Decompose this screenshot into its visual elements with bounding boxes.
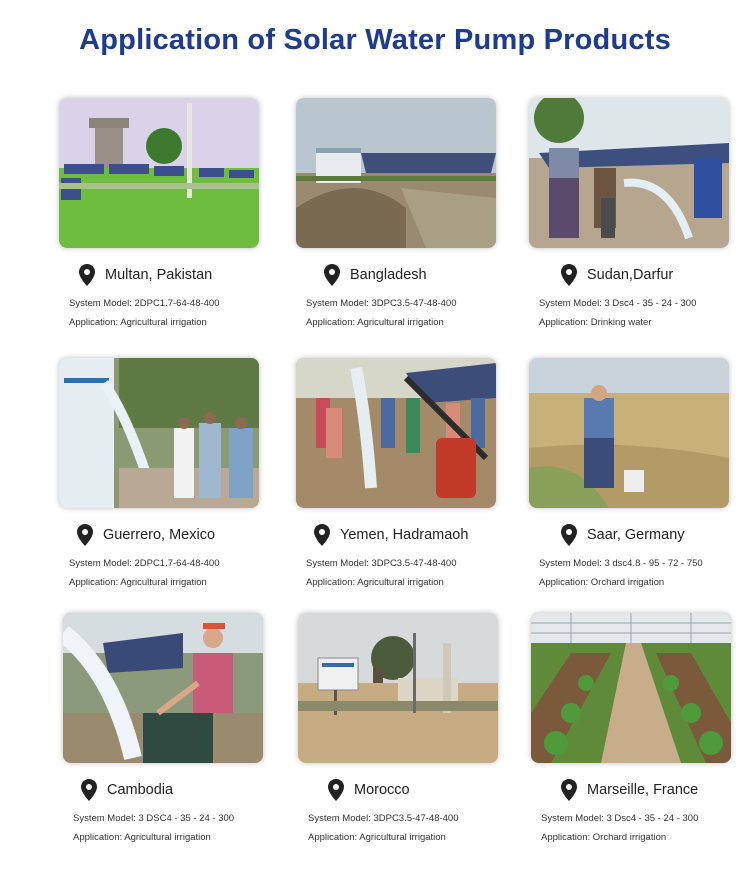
- application-line: Application: Orchard irrigation: [539, 577, 665, 588]
- system-model-value: 3DPC3.5-47-48-400: [371, 298, 457, 309]
- system-model-line: System Model: 3DPC3.5-47-48-400: [306, 558, 457, 569]
- photo-bangladesh: [296, 98, 496, 248]
- application-line: Application: Orchard irrigation: [541, 832, 667, 843]
- system-model-value: 3 Dsc4 - 35 - 24 - 300: [604, 298, 697, 309]
- photo-france: [531, 613, 731, 763]
- photo-multan: [59, 98, 259, 248]
- application-line: Application: Agricultural irrigation: [306, 317, 444, 328]
- location-label: Cambodia: [107, 782, 174, 798]
- application-line: Application: Drinking water: [539, 317, 652, 328]
- system-model-line: System Model: 3 Dsc4 - 35 - 24 - 300: [539, 298, 697, 309]
- application-line: Application: Agricultural irrigation: [73, 832, 211, 843]
- system-model-value: 3DPC3.5-47-48-400: [371, 558, 457, 569]
- system-model-value: 2DPC1.7-64-48-400: [134, 298, 220, 309]
- location-row: Bangladesh: [324, 263, 427, 287]
- map-pin-icon: [561, 264, 577, 286]
- application-line: Application: Agricultural irrigation: [306, 577, 444, 588]
- map-pin-icon: [561, 779, 577, 801]
- system-model-value: 3 dsc4.8 - 95 - 72 - 750: [604, 558, 703, 569]
- map-pin-icon: [324, 264, 340, 286]
- system-model-line: System Model: 3 dsc4.8 - 95 - 72 - 750: [539, 558, 703, 569]
- application-value: Agricultural irrigation: [120, 317, 207, 328]
- location-label: Morocco: [354, 782, 410, 798]
- system-model-line: System Model: 3DPC3.5-47-48-400: [308, 813, 459, 824]
- system-model-line: System Model: 2DPC1.7-64-48-400: [69, 558, 220, 569]
- location-row: Saar, Germany: [561, 523, 685, 547]
- system-model-line: System Model: 3DPC3.5-47-48-400: [306, 298, 457, 309]
- map-pin-icon: [77, 524, 93, 546]
- location-row: Yemen, Hadramaoh: [314, 523, 468, 547]
- system-model-value: 3 DSC4 - 35 - 24 - 300: [138, 813, 235, 824]
- system-model-line: System Model: 3 DSC4 - 35 - 24 - 300: [73, 813, 235, 824]
- location-label: Sudan,Darfur: [587, 267, 674, 283]
- map-pin-icon: [561, 524, 577, 546]
- location-row: Marseille, France: [561, 778, 698, 802]
- photo-sudan: [529, 98, 729, 248]
- map-pin-icon: [81, 779, 97, 801]
- system-model-value: 2DPC1.7-64-48-400: [134, 558, 220, 569]
- application-value: Agricultural irrigation: [124, 832, 211, 843]
- system-model-line: System Model: 2DPC1.7-64-48-400: [69, 298, 220, 309]
- application-value: Agricultural irrigation: [357, 577, 444, 588]
- application-value: Agricultural irrigation: [359, 832, 446, 843]
- location-row: Cambodia: [81, 778, 173, 802]
- application-value: Drinking water: [590, 317, 652, 328]
- map-pin-icon: [79, 264, 95, 286]
- location-row: Morocco: [328, 778, 410, 802]
- application-value: Agricultural irrigation: [357, 317, 444, 328]
- system-model-line: System Model: 3 Dsc4 - 35 - 24 - 300: [541, 813, 699, 824]
- photo-cambodia: [63, 613, 263, 763]
- application-value: Orchard irrigation: [590, 577, 665, 588]
- photo-germany: [529, 358, 729, 508]
- location-label: Saar, Germany: [587, 527, 685, 543]
- photo-mexico: [59, 358, 259, 508]
- location-label: Multan, Pakistan: [105, 267, 213, 283]
- application-value: Agricultural irrigation: [120, 577, 207, 588]
- photo-yemen: [296, 358, 496, 508]
- system-model-value: 3 Dsc4 - 35 - 24 - 300: [606, 813, 699, 824]
- application-line: Application: Agricultural irrigation: [69, 577, 207, 588]
- location-label: Marseille, France: [587, 782, 699, 798]
- location-label: Yemen, Hadramaoh: [340, 527, 469, 543]
- application-value: Orchard irrigation: [592, 832, 667, 843]
- location-label: Bangladesh: [350, 267, 427, 283]
- location-row: Guerrero, Mexico: [77, 523, 215, 547]
- application-line: Application: Agricultural irrigation: [69, 317, 207, 328]
- page-title: Application of Solar Water Pump Products: [79, 24, 671, 56]
- application-line: Application: Agricultural irrigation: [308, 832, 446, 843]
- photo-morocco: [298, 613, 498, 763]
- map-pin-icon: [314, 524, 330, 546]
- location-row: Multan, Pakistan: [79, 263, 212, 287]
- system-model-value: 3DPC3.5-47-48-400: [373, 813, 459, 824]
- location-row: Sudan,Darfur: [561, 263, 673, 287]
- location-label: Guerrero, Mexico: [103, 527, 216, 543]
- map-pin-icon: [328, 779, 344, 801]
